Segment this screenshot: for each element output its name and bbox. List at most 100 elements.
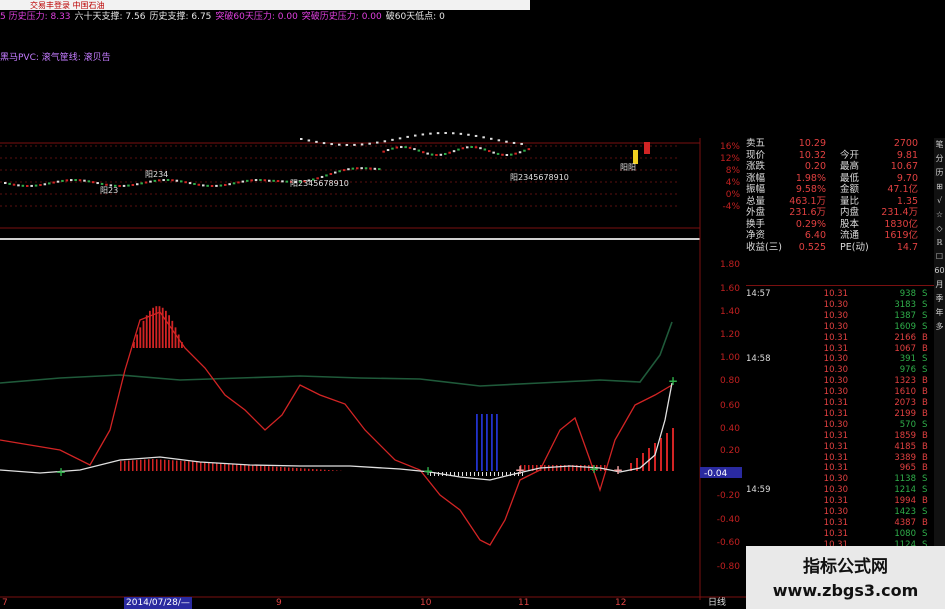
toolbar-button[interactable]: 季 <box>934 292 945 306</box>
candle-mark <box>329 172 333 175</box>
candle-mark <box>429 132 432 135</box>
upper-axis-label: 0% <box>726 190 741 200</box>
tick-field: 3183 <box>894 299 916 310</box>
quote-field: 最高 <box>840 161 860 172</box>
candle-mark <box>435 153 438 156</box>
quote-field: 463.1万 <box>789 195 826 207</box>
tick-row: 10.31 1067 B <box>746 344 934 354</box>
tick-row: 10.30 1610 B <box>746 387 934 397</box>
candle-mark <box>444 152 447 155</box>
toolbar-button[interactable]: 分 <box>934 152 945 166</box>
period-label[interactable]: 日线 <box>708 597 726 609</box>
tick-field: 1859 <box>894 430 916 441</box>
tick-field: 3389 <box>894 452 916 463</box>
histogram-bar <box>142 320 145 348</box>
tick-field: 10.31 <box>823 398 848 408</box>
toolbar-button[interactable]: ℝ <box>934 236 945 250</box>
candle-mark <box>30 184 33 187</box>
tick-field: 1609 <box>894 321 916 332</box>
candle-mark <box>461 147 465 150</box>
blue-bar <box>496 414 498 471</box>
white-line <box>0 382 673 481</box>
tick-field: 10.30 <box>823 419 848 430</box>
upper-chart-label: 阳阳 <box>620 163 636 172</box>
candle-mark <box>408 146 412 149</box>
toolbar-button[interactable]: 笔 <box>934 138 945 152</box>
tick-field: 10.31 <box>823 289 848 299</box>
candle-mark <box>378 168 381 171</box>
watermark-title: 指标公式网 <box>803 557 888 577</box>
upper-candles: 阳23 阳234 阳2345678910 阳2345678910 阳阳 <box>4 132 650 195</box>
candle-mark <box>330 143 333 146</box>
candle-mark <box>246 179 249 182</box>
tick-row: 10.31 1994 B <box>746 496 934 506</box>
toolbar-button[interactable]: 年 <box>934 306 945 320</box>
candle-mark <box>87 180 91 183</box>
candle-mark <box>171 179 174 182</box>
candle-mark <box>153 179 157 182</box>
tick-field: 10.31 <box>823 343 848 354</box>
lower-axis-label: 0.40 <box>720 424 740 434</box>
quote-field: 10.67 <box>890 161 918 172</box>
blue-bar <box>481 414 483 471</box>
right-toolbar[interactable]: 笔分历 ⊞ √ ☆ ◇ ℝ ☐ 60 月季年多 <box>934 138 945 598</box>
candle-mark <box>197 183 201 186</box>
candle-mark <box>65 179 69 182</box>
tick-field: B <box>922 430 928 441</box>
toolbar-button[interactable]: √ <box>934 194 945 208</box>
quote-field: 47.1亿 <box>887 184 918 195</box>
tick-field: 1080 <box>894 528 916 539</box>
histogram-bar <box>642 453 644 471</box>
toolbar-button[interactable]: 历 <box>934 166 945 180</box>
histogram-bar <box>328 470 330 471</box>
candle-mark <box>224 183 227 186</box>
candle-mark <box>48 182 51 185</box>
candle-mark <box>386 149 390 152</box>
baseline-tick <box>498 472 499 476</box>
tick-field: 1610 <box>894 387 916 398</box>
quote-field: 卖五 <box>746 138 766 149</box>
toolbar-button[interactable]: ◇ <box>934 222 945 236</box>
tick-row: 10.30 3183 S <box>746 300 934 310</box>
toolbar-button[interactable]: ⊞ <box>934 180 945 194</box>
quote-field: 2700 <box>893 138 918 149</box>
candle-mark <box>96 182 99 185</box>
tick-field: 1138 <box>894 474 916 485</box>
quote-field: 1.35 <box>896 195 918 207</box>
baseline-tick <box>490 472 491 476</box>
tick-row: 10.31 3389 B <box>746 453 934 463</box>
upper-chart-label: 阳2345678910 <box>510 173 569 182</box>
tick-field: 10.31 <box>823 441 848 452</box>
tick-field: 4185 <box>894 441 916 452</box>
histogram-bar <box>224 463 226 471</box>
toolbar-button[interactable]: 月 <box>934 278 945 292</box>
upper-axis-label: 12% <box>720 154 740 164</box>
toolbar-button[interactable]: 60 <box>934 264 945 278</box>
tick-field: 14:58 <box>746 354 771 365</box>
tick-row: 10.30 1387 S <box>746 311 934 321</box>
candle-mark <box>136 183 139 186</box>
tick-row: 10.31 1859 B <box>746 431 934 441</box>
toolbar-button[interactable]: ☐ <box>934 250 945 264</box>
tick-field: 976 <box>899 365 916 376</box>
tick-field: S <box>922 299 928 310</box>
histogram-bar <box>280 467 282 471</box>
candle-mark <box>520 142 523 145</box>
quote-field: 量比 <box>840 195 860 207</box>
tick-row: 10.31 2073 B <box>746 398 934 408</box>
watermark: 指标公式网 www.zbgs3.com <box>746 546 945 609</box>
axis-labels: 16% 12% 8% 4% 0% -4% 1.80 1.60 1.40 1.20 1.00 0.80 0… <box>700 142 742 572</box>
quote-field: 0.525 <box>798 241 826 253</box>
candle-mark <box>414 134 417 137</box>
toolbar-button[interactable]: 多 <box>934 320 945 334</box>
toolbar-button[interactable]: ☆ <box>934 208 945 222</box>
candle-mark <box>523 149 526 152</box>
tick-field: S <box>922 310 928 321</box>
candle-mark <box>149 180 152 183</box>
tick-field: 10.30 <box>823 310 848 321</box>
chart-area: 阳23 阳234 阳2345678910 阳2345678910 阳阳 + + + + + + 1… <box>0 132 746 600</box>
histogram-bar <box>654 443 656 471</box>
histogram-bar <box>208 462 210 471</box>
tick-field: S <box>922 474 928 485</box>
histogram-bar <box>176 460 178 471</box>
